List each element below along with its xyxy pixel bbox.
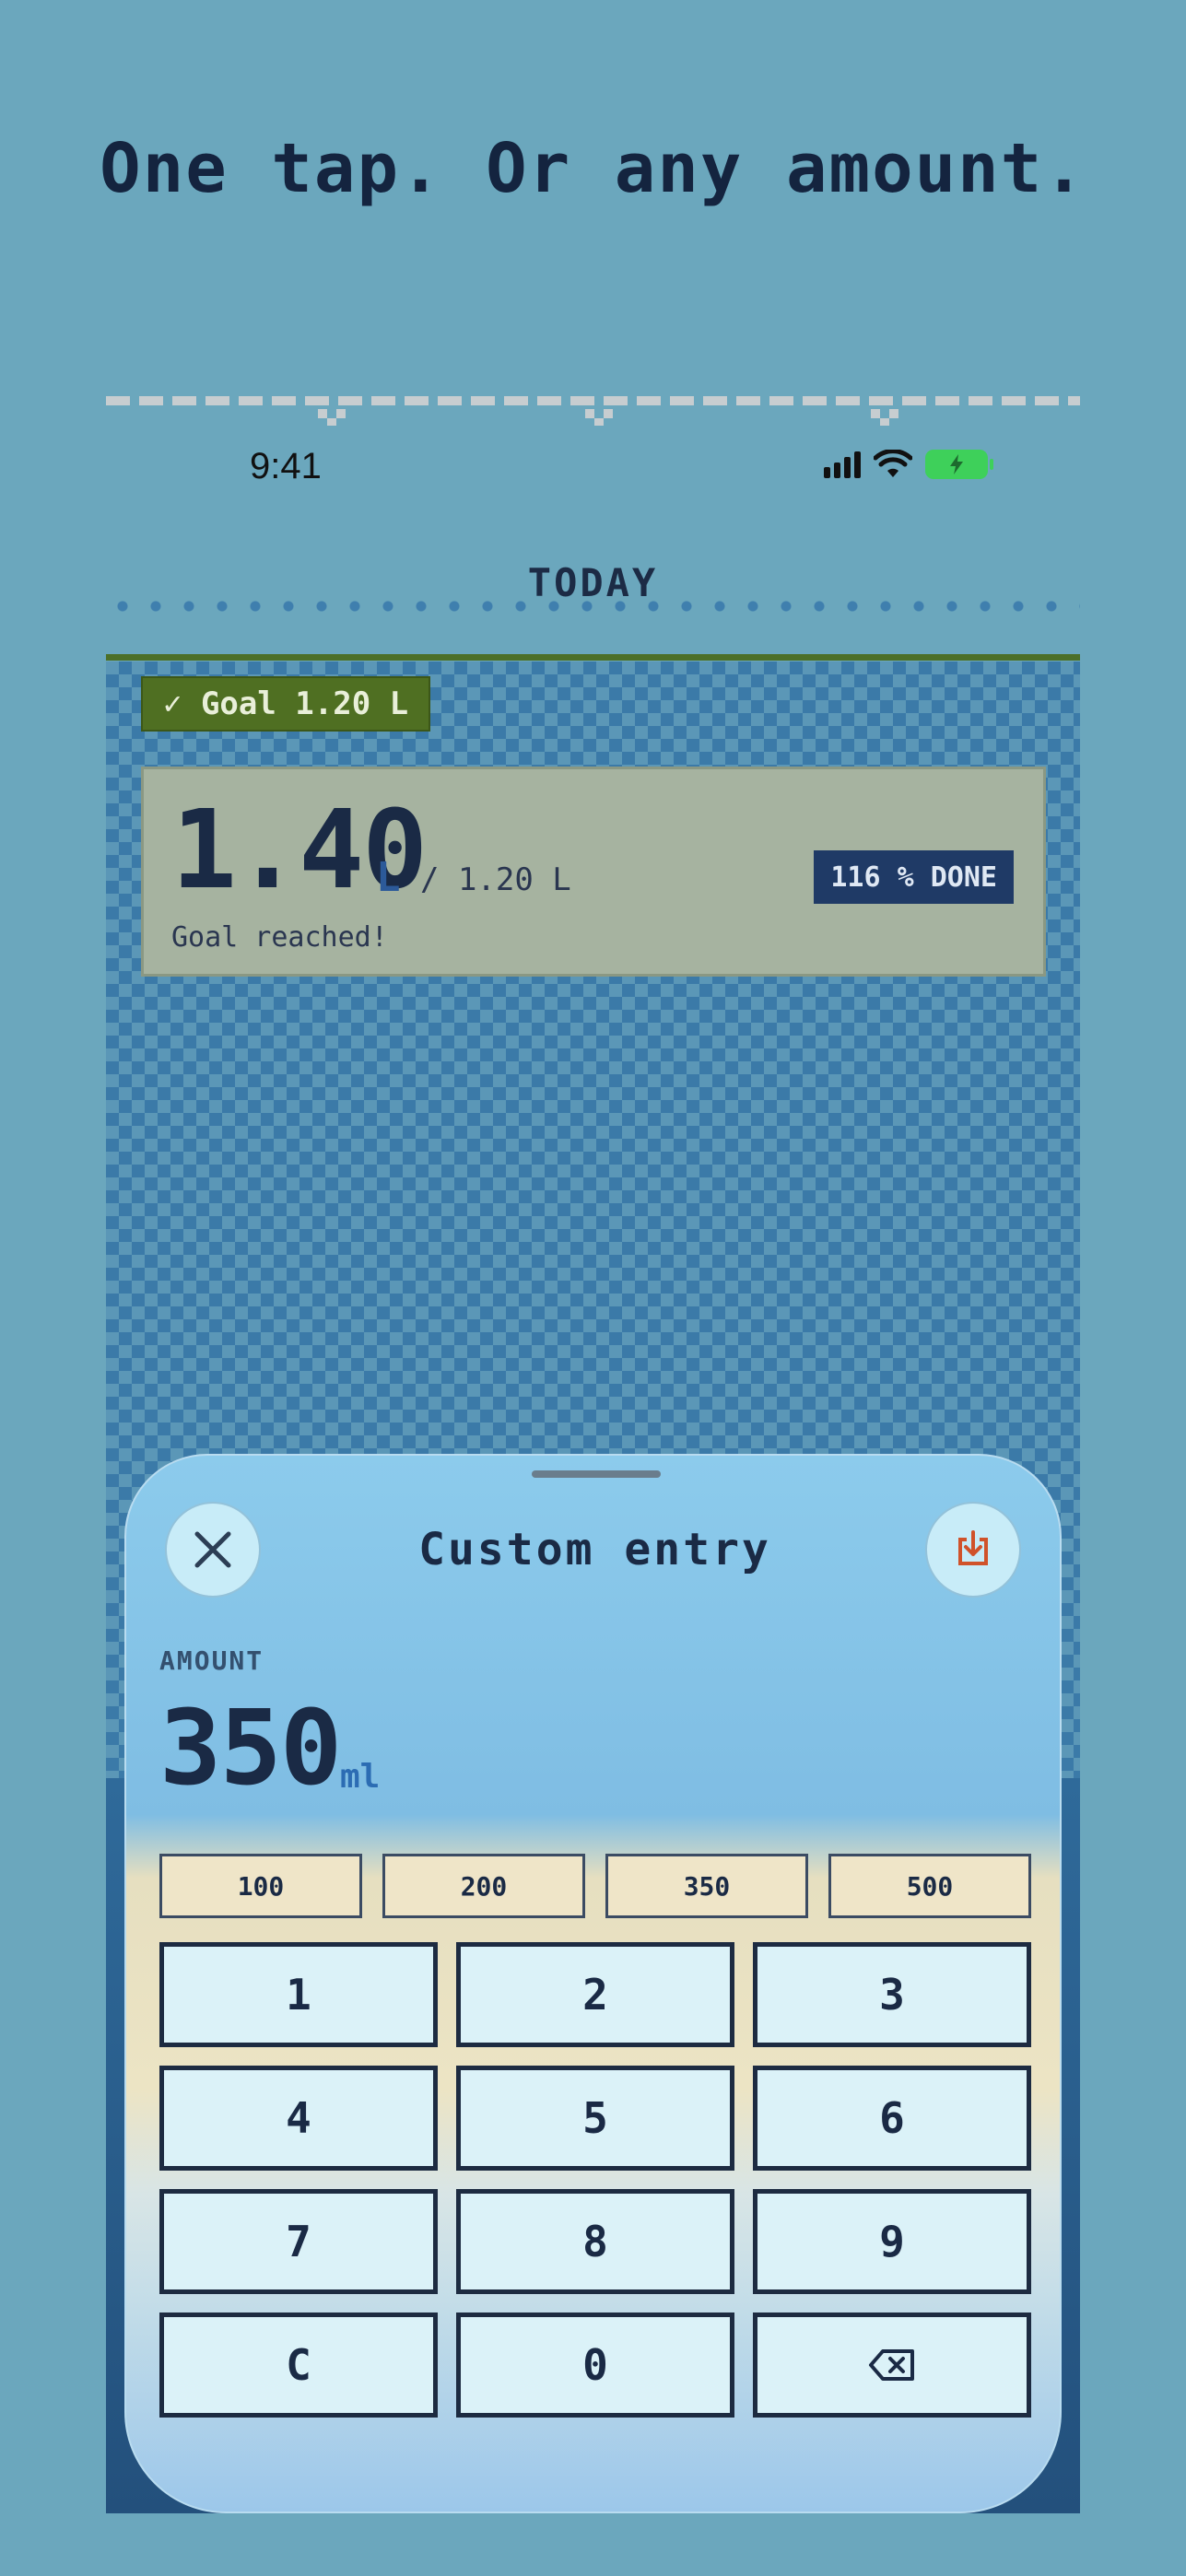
amount-unit: ml (340, 1758, 381, 1796)
sheet-title: Custom entry (418, 1524, 771, 1575)
key-0[interactable]: 0 (456, 2313, 734, 2418)
intake-goal: / 1.20 L (420, 861, 571, 898)
preset-100-button[interactable]: 100 (159, 1854, 362, 1918)
preset-350-button[interactable]: 350 (605, 1854, 808, 1918)
save-button[interactable] (925, 1502, 1021, 1598)
key-2[interactable]: 2 (456, 1942, 734, 2047)
pixel-frame-top (106, 396, 1080, 426)
goal-status-text: Goal reached! (171, 921, 388, 954)
sheet-grabber[interactable] (532, 1470, 661, 1478)
custom-entry-sheet: Custom entry AMOUNT 350 ml 100 200 350 5… (124, 1454, 1062, 2513)
intake-summary-card: 1.40 L / 1.20 L 116 % DONE Goal reached! (141, 767, 1046, 977)
cellular-icon (824, 451, 861, 478)
key-7[interactable]: 7 (159, 2189, 438, 2294)
key-3[interactable]: 3 (753, 1942, 1031, 2047)
key-1[interactable]: 1 (159, 1942, 438, 2047)
number-keypad: 1 2 3 4 5 6 7 8 9 C 0 (159, 1942, 1031, 2418)
amount-value: 350 (159, 1689, 342, 1809)
goal-line (106, 654, 1080, 661)
key-9[interactable]: 9 (753, 2189, 1031, 2294)
screen-title: TODAY (527, 560, 659, 605)
phone-screen: 9:41 TODAY ✓ Goal 1.20 L 1.40 L / 1.20 L… (106, 396, 1080, 2513)
key-6[interactable]: 6 (753, 2066, 1031, 2171)
key-5[interactable]: 5 (456, 2066, 734, 2171)
percent-done-badge: 116 % DONE (814, 850, 1014, 904)
wifi-icon (874, 450, 912, 477)
backspace-icon (869, 2349, 914, 2381)
amount-label: AMOUNT (159, 1645, 264, 1676)
key-8[interactable]: 8 (456, 2189, 734, 2294)
battery-charging-icon (925, 450, 993, 479)
status-time: 9:41 (250, 446, 322, 486)
intake-unit: L (376, 854, 401, 901)
preset-row: 100 200 350 500 (159, 1854, 1031, 1918)
key-4[interactable]: 4 (159, 2066, 438, 2171)
preset-500-button[interactable]: 500 (828, 1854, 1031, 1918)
save-download-icon (958, 1530, 988, 1565)
key-backspace[interactable] (753, 2313, 1031, 2418)
status-icons (824, 450, 993, 479)
key-clear[interactable]: C (159, 2313, 438, 2418)
pixel-dot-divider (106, 601, 1080, 612)
preset-200-button[interactable]: 200 (382, 1854, 585, 1918)
marketing-headline: One tap. Or any amount. (100, 129, 1086, 208)
goal-badge: ✓ Goal 1.20 L (141, 676, 431, 732)
